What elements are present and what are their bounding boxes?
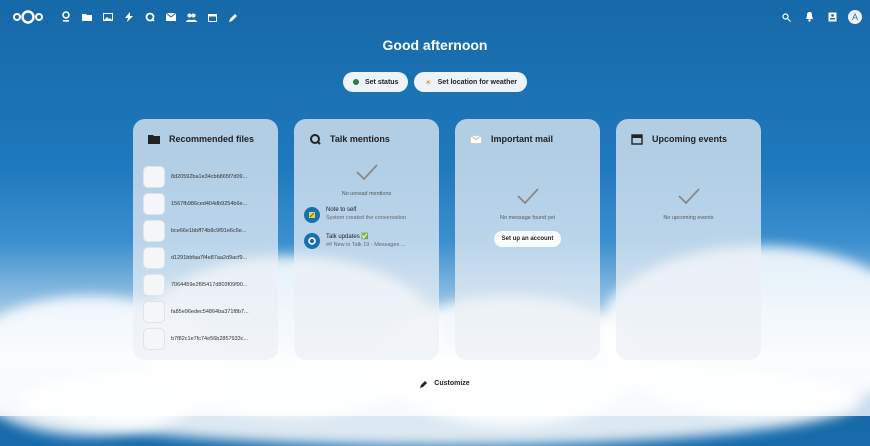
- message-subtitle: System created the conversation: [326, 215, 407, 221]
- setup-account-button[interactable]: Set up an account: [493, 231, 562, 247]
- top-bar: A: [0, 0, 870, 34]
- list-item[interactable]: d1291bbfaa7f4e87aa2d9acf9...: [143, 246, 268, 269]
- file-name: b7f82c1e7fc74e56b2857933c...: [171, 335, 249, 342]
- file-thumbnail: [143, 327, 165, 350]
- widget-title: Upcoming events: [652, 134, 728, 144]
- note-icon: [304, 207, 320, 223]
- notifications-icon[interactable]: [798, 8, 821, 26]
- mail-icon[interactable]: [160, 9, 181, 25]
- notes-icon[interactable]: [223, 9, 244, 25]
- contacts-icon[interactable]: [181, 9, 202, 25]
- talk-icon: [308, 132, 322, 146]
- file-name: fa85e96edec54864ba371f8b7...: [171, 308, 249, 315]
- file-name: 7064459e2f95417d803f09f90...: [171, 281, 248, 288]
- dashboard-icon[interactable]: [55, 9, 76, 25]
- avatar[interactable]: A: [848, 10, 862, 24]
- file-name: 1567fb986ced404db9254b6e...: [171, 200, 248, 207]
- list-item[interactable]: Note to self System created the conversa…: [304, 207, 429, 223]
- file-thumbnail: [143, 192, 165, 215]
- message-title: Talk updates ✅: [326, 234, 369, 240]
- file-name: bce66e1bbff74b8c9f91e6c6e...: [171, 227, 247, 234]
- greeting-title: Good afternoon: [382, 37, 488, 53]
- list-item[interactable]: 8d20592ba1e34cbb865f7d09...: [143, 165, 268, 188]
- file-thumbnail: [143, 165, 165, 188]
- checkmark-icon: [465, 187, 590, 205]
- widget-title: Talk mentions: [330, 134, 390, 144]
- set-location-label: Set location for weather: [437, 78, 517, 86]
- file-thumbnail: [143, 219, 165, 242]
- status-row: Set status ☀ Set location for weather: [0, 72, 870, 92]
- list-item[interactable]: fa85e96edec54864ba371f8b7...: [143, 300, 268, 323]
- set-status-button[interactable]: Set status: [343, 72, 409, 92]
- activity-icon[interactable]: [118, 9, 139, 25]
- set-location-button[interactable]: ☀ Set location for weather: [414, 72, 527, 92]
- calendar-icon: [630, 132, 644, 146]
- empty-message: No message found yet: [499, 215, 556, 221]
- widget-title: Recommended files: [169, 134, 255, 144]
- online-status-icon: [353, 79, 359, 85]
- calendar-icon[interactable]: [202, 9, 223, 25]
- customize-button[interactable]: Customize: [414, 374, 476, 393]
- customize-label: Customize: [434, 380, 470, 387]
- talk-icon[interactable]: [139, 9, 160, 25]
- message-subtitle: ## New in Talk 19 - Messages ...: [326, 242, 406, 248]
- file-name: 8d20592ba1e34cbb865f7d09...: [171, 173, 248, 180]
- list-item[interactable]: 7064459e2f95417d803f09f90...: [143, 273, 268, 296]
- talk-icon: [304, 233, 320, 249]
- widget-grid: Recommended files 8d20592ba1e34cbb865f7d…: [133, 119, 761, 360]
- file-list: 8d20592ba1e34cbb865f7d09... 1567fb986ced…: [143, 165, 268, 350]
- list-item[interactable]: bce66e1bbff74b8c9f91e6c6e...: [143, 219, 268, 242]
- files-icon[interactable]: [76, 9, 97, 25]
- recommended-files-widget: Recommended files 8d20592ba1e34cbb865f7d…: [133, 119, 278, 360]
- list-item[interactable]: b7f82c1e7fc74e56b2857933c...: [143, 327, 268, 350]
- photos-icon[interactable]: [97, 9, 118, 25]
- search-icon[interactable]: [775, 8, 798, 26]
- set-status-label: Set status: [365, 78, 399, 86]
- talk-mentions-widget: Talk mentions No unread mentions Note to…: [294, 119, 439, 360]
- empty-message: No unread mentions: [341, 191, 392, 197]
- empty-message: No upcoming events: [663, 215, 714, 221]
- mail-icon: [469, 132, 483, 146]
- header-right: A: [775, 8, 862, 26]
- important-mail-widget: Important mail No message found yet Set …: [455, 119, 600, 360]
- upcoming-events-widget: Upcoming events No upcoming events: [616, 119, 761, 360]
- app-navigation: [55, 9, 244, 25]
- file-thumbnail: [143, 273, 165, 296]
- pencil-icon: [420, 380, 428, 388]
- widget-title: Important mail: [491, 134, 554, 144]
- file-thumbnail: [143, 246, 165, 269]
- list-item[interactable]: Talk updates ✅ ## New in Talk 19 - Messa…: [304, 233, 429, 249]
- weather-icon: ☀: [424, 77, 432, 87]
- file-thumbnail: [143, 300, 165, 323]
- folder-icon: [147, 132, 161, 146]
- nextcloud-logo[interactable]: [12, 9, 44, 25]
- message-title: Note to self: [326, 207, 357, 213]
- file-name: d1291bbfaa7f4e87aa2d9acf9...: [171, 254, 248, 261]
- list-item[interactable]: 1567fb986ced404db9254b6e...: [143, 192, 268, 215]
- checkmark-icon: [626, 187, 751, 205]
- contacts-menu-icon[interactable]: [821, 8, 844, 26]
- checkmark-icon: [304, 163, 429, 181]
